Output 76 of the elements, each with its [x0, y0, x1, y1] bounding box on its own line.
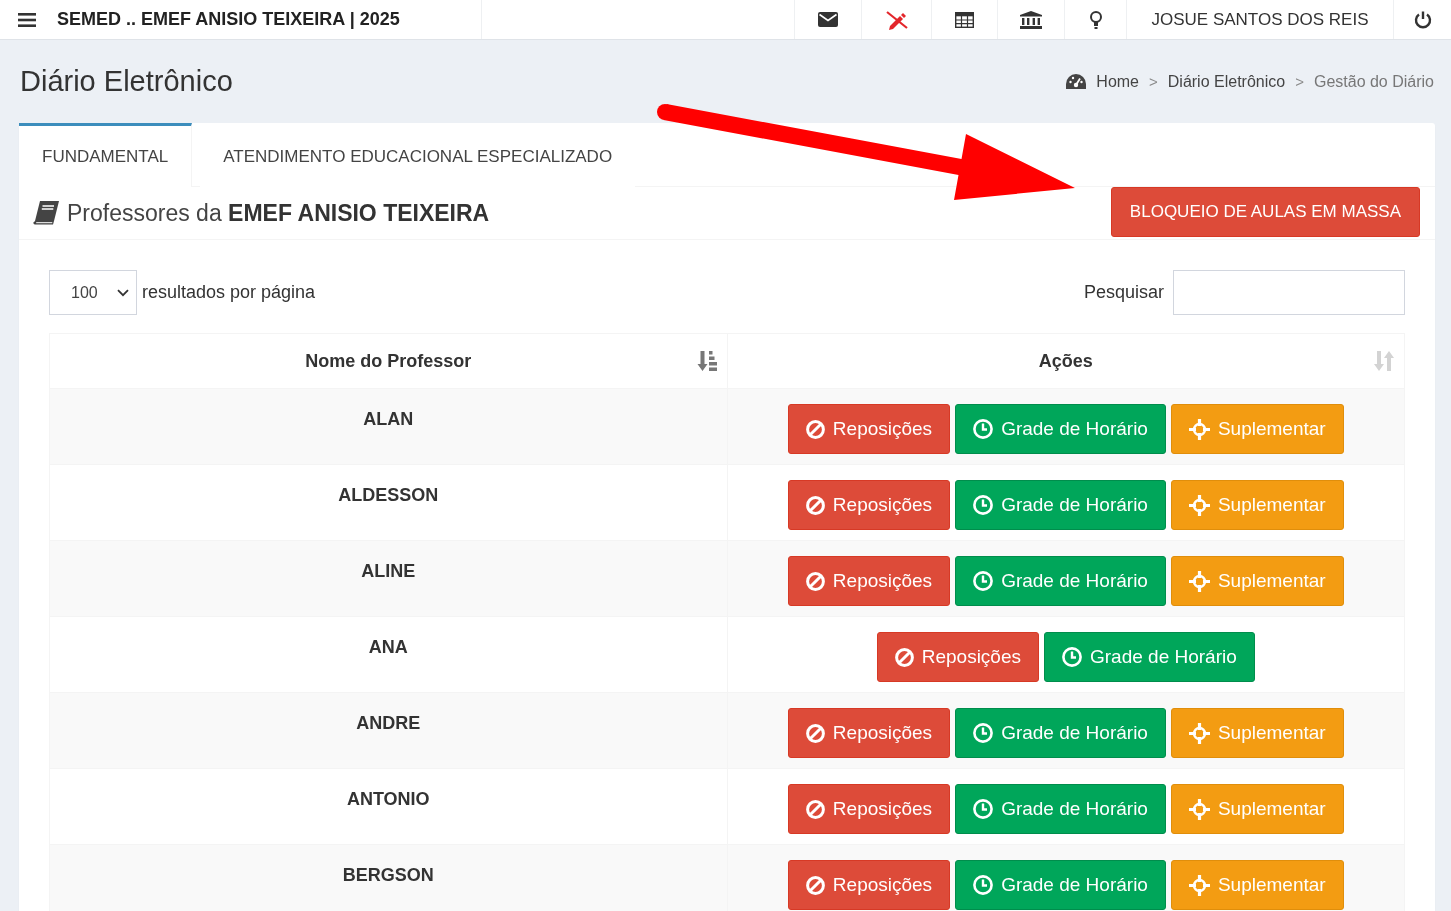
- breadcrumb-link[interactable]: Diário Eletrônico: [1167, 72, 1286, 91]
- ban-icon: [894, 647, 914, 667]
- clock-icon: [973, 799, 994, 819]
- supplement-button[interactable]: Suplementar: [1170, 480, 1344, 530]
- breadcrumb-current: Gestão do Diário: [1313, 72, 1434, 91]
- replacements-button[interactable]: Reposições: [787, 708, 951, 758]
- chevron-down-icon: [117, 288, 129, 297]
- replacements-button[interactable]: Reposições: [787, 860, 951, 910]
- column-header[interactable]: Ações: [727, 333, 1405, 389]
- clock-icon: [973, 723, 994, 743]
- tab[interactable]: ATENDIMENTO EDUCACIONAL ESPECIALIZADO: [200, 123, 636, 187]
- envelope-icon[interactable]: [818, 12, 838, 27]
- replacements-button[interactable]: Reposições: [876, 632, 1039, 682]
- table-cell: ANA: [49, 616, 727, 693]
- table-cell: ANDRE: [49, 692, 727, 769]
- table-cell: ALAN: [49, 388, 727, 465]
- supplement-button[interactable]: Suplementar: [1170, 556, 1344, 606]
- crosshair-icon: [1188, 874, 1210, 896]
- supplement-button[interactable]: Suplementar: [1170, 784, 1344, 834]
- breadcrumb-link[interactable]: Home: [1096, 72, 1139, 91]
- page-size-select[interactable]: 100: [49, 270, 137, 315]
- crosshair-icon: [1188, 570, 1210, 592]
- crosshair-icon: [1188, 494, 1210, 516]
- crosshair-icon: [1188, 722, 1210, 744]
- schedule-button[interactable]: Grade de Horário: [955, 404, 1166, 454]
- crosshair-icon: [1188, 798, 1210, 820]
- table-cell: ALDESSON: [49, 464, 727, 541]
- ban-icon: [805, 875, 825, 895]
- pencil-slash-icon[interactable]: [885, 9, 908, 30]
- ban-icon: [805, 571, 825, 591]
- schedule-button[interactable]: Grade de Horário: [955, 708, 1166, 758]
- table-cell: ALINE: [49, 540, 727, 617]
- sort-ascending-icon[interactable]: [696, 351, 717, 371]
- replacements-button[interactable]: Reposições: [787, 404, 951, 454]
- ban-icon: [805, 799, 825, 819]
- supplement-button[interactable]: Suplementar: [1170, 860, 1344, 910]
- menu-icon[interactable]: [18, 12, 36, 27]
- search-label: Pesquisar: [1083, 282, 1164, 303]
- table-cell: ANTONIO: [49, 768, 727, 845]
- page-title: Diário Eletrônico: [20, 65, 233, 98]
- lightbulb-icon[interactable]: [1089, 10, 1102, 29]
- gauge-icon: [1066, 74, 1087, 89]
- user-menu[interactable]: JOSUE SANTOS DOS REIS: [1151, 9, 1369, 30]
- clock-icon: [1062, 647, 1082, 667]
- schedule-button[interactable]: Grade de Horário: [955, 784, 1166, 834]
- ban-icon: [805, 723, 825, 743]
- table-cell: BERGSON: [49, 844, 727, 911]
- search-field[interactable]: [1173, 270, 1405, 315]
- page-size-label: resultados por página: [142, 282, 316, 303]
- schedule-button[interactable]: Grade de Horário: [955, 480, 1166, 530]
- ban-icon: [805, 495, 825, 515]
- clock-icon: [973, 571, 994, 591]
- clock-icon: [973, 875, 994, 895]
- supplement-button[interactable]: Suplementar: [1170, 404, 1344, 454]
- app-title: SEMED .. EMEF ANISIO TEIXEIRA | 2025: [57, 9, 400, 30]
- schedule-button[interactable]: Grade de Horário: [955, 860, 1166, 910]
- schedule-button[interactable]: Grade de Horário: [955, 556, 1166, 606]
- breadcrumb-separator: >: [1149, 73, 1158, 90]
- supplement-button[interactable]: Suplementar: [1170, 708, 1344, 758]
- crosshair-icon: [1188, 418, 1210, 440]
- calendar-grid-icon[interactable]: [955, 11, 974, 28]
- tab[interactable]: FUNDAMENTAL: [19, 123, 193, 187]
- clock-icon: [973, 419, 994, 439]
- section-title: Professores da EMEF ANISIO TEIXEIRA: [67, 199, 490, 227]
- column-header[interactable]: Nome do Professor: [49, 333, 727, 389]
- schedule-button[interactable]: Grade de Horário: [1044, 632, 1255, 682]
- power-icon[interactable]: [1413, 10, 1432, 29]
- replacements-button[interactable]: Reposições: [787, 784, 951, 834]
- ban-icon: [805, 419, 825, 439]
- book-icon: [33, 201, 59, 225]
- replacements-button[interactable]: Reposições: [787, 556, 951, 606]
- clock-icon: [973, 495, 994, 515]
- mass-block-button[interactable]: BLOQUEIO DE AULAS EM MASSA: [1110, 187, 1420, 237]
- breadcrumb-separator: >: [1295, 73, 1304, 90]
- replacements-button[interactable]: Reposições: [787, 480, 951, 530]
- bank-icon[interactable]: [1020, 10, 1042, 29]
